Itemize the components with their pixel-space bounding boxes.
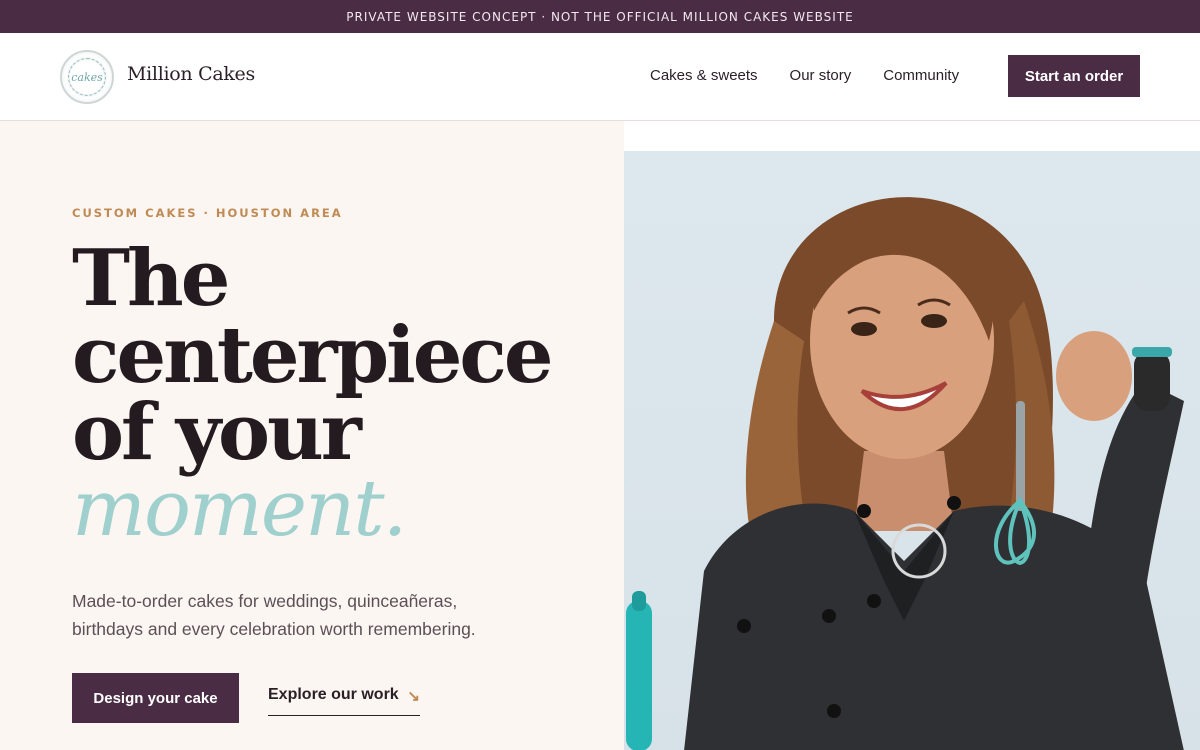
main-nav: Cakes & sweets Our story Community [650,67,991,84]
hero-eyebrow: CUSTOM CAKES · HOUSTON AREA [72,206,343,220]
start-order-button[interactable]: Start an order [1008,55,1140,97]
banner-text: PRIVATE WEBSITE CONCEPT · NOT THE OFFICI… [346,9,854,24]
site-header: cakes Million Cakes Cakes & sweets Our s… [0,33,1200,121]
nav-item-cakes-sweets[interactable]: Cakes & sweets [650,67,758,84]
headline-line-1: The [72,233,230,324]
brand-name[interactable]: Million Cakes [127,63,255,85]
headline-accent: moment. [72,464,407,554]
arrow-down-right-icon: ↘ [407,688,420,705]
nav-item-community[interactable]: Community [883,67,959,84]
hero-photo-frame [624,121,1200,750]
explore-work-link[interactable]: Explore our work ↘ [268,686,420,716]
baker-portrait-photo [624,151,1200,750]
headline-line-2: centerpiece [72,310,554,401]
hero-headline: The centerpiece of your moment. [72,233,592,554]
nav-item-our-story[interactable]: Our story [790,67,852,84]
baker-illustration [626,197,1184,750]
design-cake-button[interactable]: Design your cake [72,673,239,723]
concept-banner: PRIVATE WEBSITE CONCEPT · NOT THE OFFICI… [0,0,1200,33]
logo-mark: cakes [68,58,106,96]
hero-subcopy: Made-to-order cakes for weddings, quince… [72,591,476,639]
explore-work-label: Explore our work [268,686,399,703]
headline-line-3: of your [72,387,362,478]
brand-logo[interactable]: cakes [60,50,114,104]
logo-text: cakes [71,70,103,84]
